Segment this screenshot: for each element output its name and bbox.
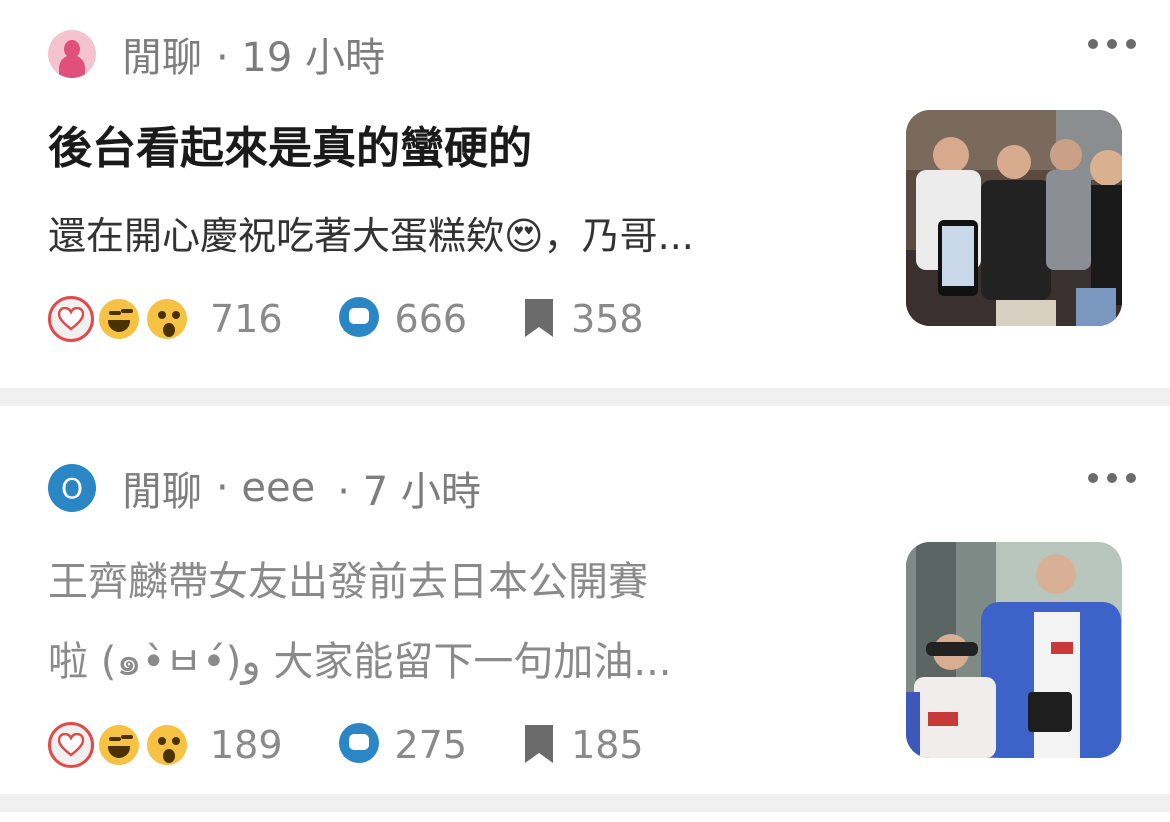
post-time: · 19 小時 bbox=[216, 35, 386, 81]
post-thumbnail[interactable] bbox=[906, 542, 1122, 758]
reaction-count: 189 bbox=[210, 723, 283, 767]
comment-count: 666 bbox=[394, 297, 468, 341]
post-excerpt[interactable]: 還在開心慶祝吃著大蛋糕欸😍，乃哥... bbox=[48, 196, 694, 276]
reaction-icons[interactable] bbox=[48, 720, 200, 770]
comment-count: 275 bbox=[394, 723, 468, 767]
post-card[interactable]: O 閒聊 · eee · 7 小時 王齊麟帶女友出發前去日本公開賽 啦 (๑•̀… bbox=[0, 406, 1170, 794]
post-stats: 716 666 358 bbox=[48, 294, 696, 344]
heart-icon bbox=[48, 296, 94, 342]
post-time: · 7 小時 bbox=[337, 469, 481, 515]
post-meta: 閒聊 · 19 小時 bbox=[48, 25, 386, 83]
reaction-icons[interactable] bbox=[48, 294, 200, 344]
laugh-emoji-icon bbox=[96, 296, 142, 342]
bookmark-icon bbox=[525, 725, 554, 763]
comment-icon bbox=[338, 297, 379, 337]
board-name[interactable]: 閒聊 bbox=[122, 25, 202, 83]
post-excerpt-line-1[interactable]: 王齊麟帶女友出發前去日本公開賽 bbox=[48, 542, 648, 622]
author-name[interactable]: · eee bbox=[216, 465, 315, 511]
post-thumbnail[interactable] bbox=[906, 110, 1122, 326]
post-excerpt-line-2[interactable]: 啦 (๑•̀ㅂ•́)و 大家能留下一句加油... bbox=[48, 622, 672, 702]
board-name[interactable]: 閒聊 bbox=[122, 459, 202, 517]
save-count: 358 bbox=[571, 297, 644, 341]
heart-icon bbox=[48, 722, 94, 768]
comment-stat[interactable]: 275 bbox=[335, 721, 468, 769]
wow-emoji-icon bbox=[144, 722, 190, 768]
save-stat[interactable]: 358 bbox=[519, 297, 644, 341]
more-options-icon[interactable] bbox=[1088, 34, 1136, 54]
comment-stat[interactable]: 666 bbox=[335, 295, 468, 343]
save-stat[interactable]: 185 bbox=[519, 723, 644, 767]
post-divider bbox=[0, 388, 1170, 406]
reaction-count: 716 bbox=[210, 297, 283, 341]
laugh-emoji-icon bbox=[96, 722, 142, 768]
post-meta: O 閒聊 · eee · 7 小時 bbox=[48, 459, 481, 517]
wow-emoji-icon bbox=[144, 296, 190, 342]
post-card[interactable]: 閒聊 · 19 小時 後台看起來是真的蠻硬的 還在開心慶祝吃著大蛋糕欸😍，乃哥.… bbox=[0, 0, 1170, 388]
post-stats: 189 275 185 bbox=[48, 720, 696, 770]
post-title[interactable]: 後台看起來是真的蠻硬的 bbox=[48, 112, 532, 176]
bookmark-icon bbox=[525, 299, 554, 337]
post-divider bbox=[0, 794, 1170, 812]
comment-icon bbox=[338, 723, 379, 763]
more-options-icon[interactable] bbox=[1088, 468, 1136, 488]
save-count: 185 bbox=[571, 723, 644, 767]
avatar-letter[interactable]: O bbox=[48, 464, 96, 512]
avatar-female-icon[interactable] bbox=[48, 30, 96, 78]
